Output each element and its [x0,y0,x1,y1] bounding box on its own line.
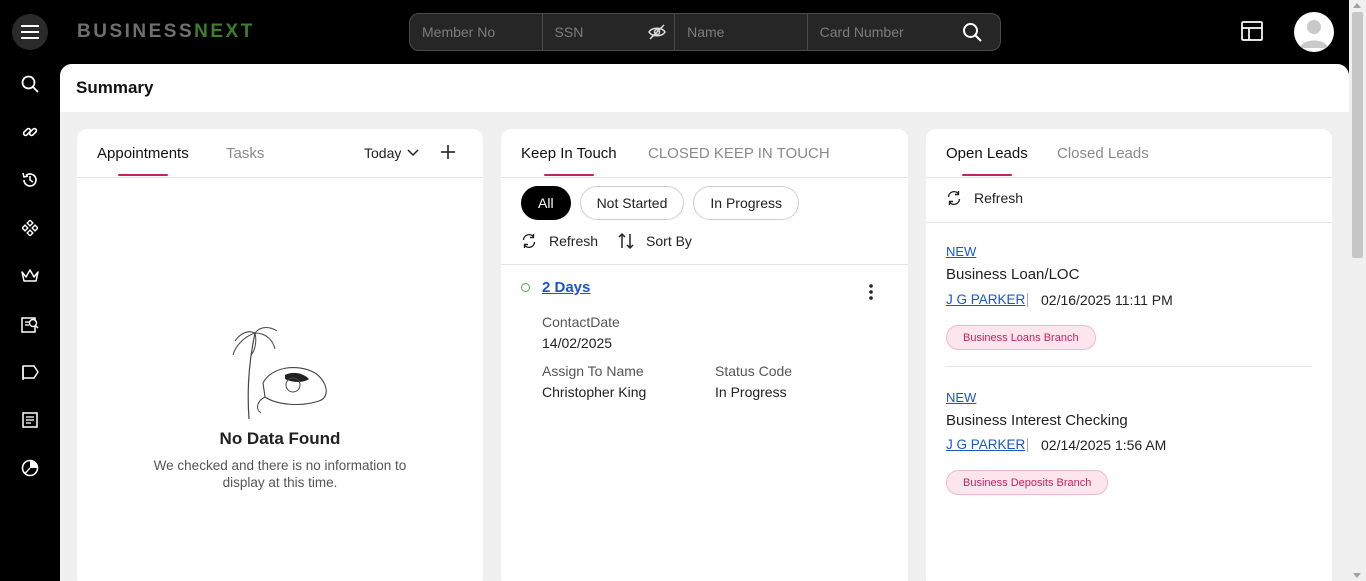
lead-date: 02/14/2025 1:56 AM [1041,437,1167,453]
link-icon [22,127,38,137]
app-logo[interactable]: BUSINESSNEXT [77,21,255,43]
leads-refresh-button[interactable]: Refresh [946,190,1023,206]
lead-separator [1027,293,1028,307]
sidebar-item-campaigns[interactable] [19,361,41,383]
logo-part-business: BUSINESS [77,21,195,42]
scrollbar-thumb[interactable] [1352,12,1363,258]
tab-open-leads[interactable]: Open Leads [946,145,1028,162]
reports-icon [21,317,39,333]
sidebar-item-premium[interactable] [19,265,41,287]
modules-icon [22,220,38,236]
contact-date-value: 14/02/2025 [542,335,613,351]
sidebar-item-dashboard[interactable] [19,457,41,479]
leads-card: Open Leads Closed Leads Refresh NEW Busi… [926,129,1332,581]
kit-item-title-link[interactable]: 2 Days [542,279,590,296]
lead-title: Business Loan/LOC [946,266,1080,283]
lead-date: 02/16/2025 11:11 PM [1041,292,1173,308]
no-data-title: No Data Found [219,429,341,448]
sort-icon [618,232,634,250]
lead-status-link[interactable]: NEW [946,390,976,405]
search-icon [21,75,39,93]
no-data-illustration [232,327,327,420]
history-icon [22,172,37,187]
appointments-card: Appointments Tasks Today No Data Found W… [77,129,483,581]
main-content: Summary Appointments Tasks Today No Data… [60,64,1349,581]
sidebar-item-reports[interactable] [19,313,41,335]
page-scrollbar[interactable] [1349,0,1366,581]
chip-in-progress[interactable]: In Progress [693,186,799,220]
lead-status-link[interactable]: NEW [946,244,976,259]
scroll-down-arrow[interactable] [1353,573,1361,578]
global-search-bar [409,13,1001,51]
chip-not-started[interactable]: Not Started [579,186,685,220]
leads-refresh-label: Refresh [974,190,1024,206]
leads-tabs: Open Leads Closed Leads [926,129,1332,178]
lead-separator [1027,438,1028,452]
tab-closed-keep-in-touch[interactable]: CLOSED KEEP IN TOUCH [648,145,830,162]
sidebar-item-documents[interactable] [19,409,41,431]
refresh-button[interactable]: Refresh [521,233,598,249]
assign-to-value: Christopher King [542,384,647,400]
kit-actions: Refresh Sort By [521,232,712,250]
eye-off-icon[interactable] [648,24,666,40]
status-code-value: In Progress [715,384,787,400]
status-dot [521,283,530,292]
sidebar-item-history[interactable] [19,169,41,191]
refresh-icon [947,190,961,206]
more-options-icon[interactable] [869,284,873,300]
keep-in-touch-card: Keep In Touch CLOSED KEEP IN TOUCH All N… [501,129,908,581]
tab-keep-in-touch[interactable]: Keep In Touch [521,145,617,162]
summary-header: Summary [60,64,1349,112]
lead-divider [946,366,1312,367]
chip-all[interactable]: All [521,186,571,220]
sort-by-label: Sort By [646,233,692,249]
sidebar [0,64,60,581]
kit-divider [501,264,908,265]
tab-appointments[interactable]: Appointments [97,145,189,162]
date-filter-label: Today [364,145,402,161]
lead-branch-tag: Business Loans Branch [946,325,1096,350]
lead-owner-link[interactable]: J G PARKER [946,292,1025,307]
sort-by-button[interactable]: Sort By [618,232,692,250]
tab-tasks[interactable]: Tasks [226,145,264,162]
contact-date-label: ContactDate [542,314,620,330]
sidebar-item-modules[interactable] [19,217,41,239]
user-avatar[interactable] [1294,12,1334,52]
sidebar-item-links[interactable] [19,121,41,143]
campaign-icon [22,365,39,380]
hamburger-icon [21,25,39,39]
sidebar-item-search[interactable] [19,73,41,95]
crown-icon [21,269,39,282]
status-filter-chips: All Not Started In Progress [521,186,799,220]
assign-to-label: Assign To Name [542,363,644,379]
add-icon[interactable] [439,143,457,161]
lead-title: Business Interest Checking [946,412,1128,429]
logo-part-next: NEXT [194,21,255,42]
refresh-label: Refresh [549,233,599,249]
layout-icon[interactable] [1241,20,1263,42]
search-submit-icon[interactable] [962,22,982,42]
refresh-icon [522,233,536,249]
appointments-tabs: Appointments Tasks Today [77,129,483,178]
lead-owner-link[interactable]: J G PARKER [946,437,1025,452]
member-no-input[interactable] [410,14,542,50]
page-title: Summary [76,78,154,97]
status-code-label: Status Code [715,363,793,379]
no-data-message: We checked and there is no information t… [153,458,407,490]
lead-branch-tag: Business Deposits Branch [946,470,1109,495]
chevron-down-icon [407,149,419,157]
keep-in-touch-tabs: Keep In Touch CLOSED KEEP IN TOUCH [501,129,908,178]
date-filter-dropdown[interactable]: Today [364,145,419,161]
document-icon [22,412,38,428]
dashboard-icon [21,459,39,477]
top-bar: BUSINESSNEXT [0,0,1366,64]
leads-divider [926,222,1332,223]
user-avatar-icon [1300,20,1328,48]
name-input[interactable] [675,14,807,50]
tab-closed-leads[interactable]: Closed Leads [1057,145,1149,162]
scroll-up-arrow[interactable] [1353,3,1361,8]
hamburger-menu-button[interactable] [12,14,48,50]
